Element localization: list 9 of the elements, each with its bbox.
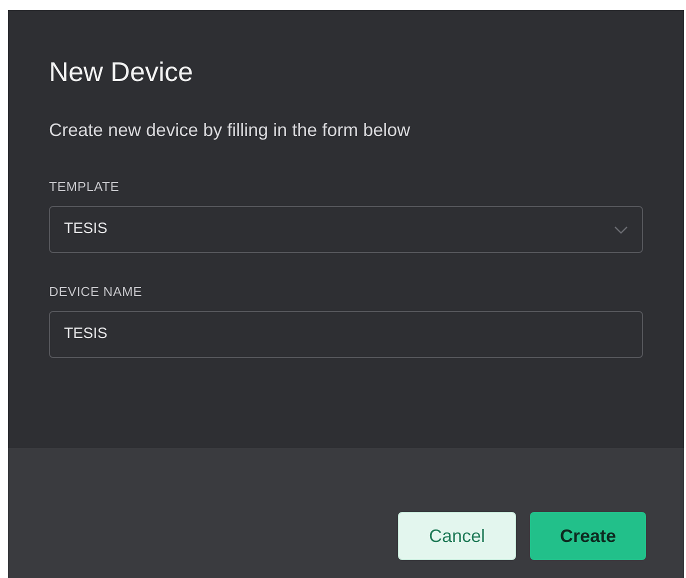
dialog-title: New Device: [49, 56, 194, 89]
field-label: TEMPLATE: [49, 178, 120, 196]
template-dropdown[interactable]: TESIS: [49, 206, 643, 253]
cancel-button[interactable]: Cancel: [398, 512, 516, 560]
create-button[interactable]: Create: [530, 512, 646, 560]
chevron-down-icon: [614, 226, 628, 234]
device-name-field[interactable]: TESIS: [49, 311, 643, 358]
field-label: DEVICE NAME: [49, 283, 144, 301]
dialog-description: Create new device by filling in the form below: [49, 119, 412, 142]
